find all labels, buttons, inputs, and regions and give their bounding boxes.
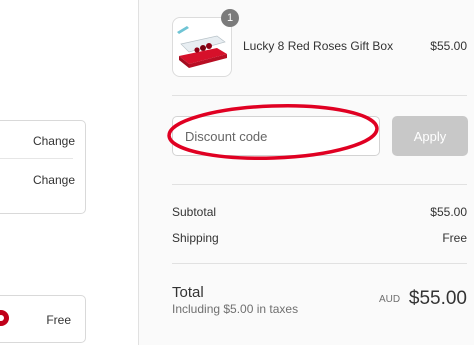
divider <box>172 263 467 264</box>
divider <box>0 158 73 159</box>
currency-code: AUD <box>379 294 401 305</box>
shipping-method-price: Free <box>46 313 71 327</box>
change-address-link[interactable]: Change <box>33 173 75 187</box>
product-price: $55.00 <box>430 39 467 53</box>
total-label: Total <box>172 284 204 301</box>
shipping-method-radio[interactable] <box>0 310 9 326</box>
tax-note: Including $5.00 in taxes <box>172 302 299 316</box>
divider <box>172 184 467 185</box>
subtotal-value: $55.00 <box>430 205 467 219</box>
product-thumbnail <box>172 17 232 77</box>
contact-shipping-review-box: Change Change <box>0 120 86 214</box>
change-contact-link[interactable]: Change <box>33 134 75 148</box>
item-quantity-badge: 1 <box>221 9 239 27</box>
order-summary-panel: 1 Lucky 8 Red Roses Gift Box $55.00 Appl… <box>138 0 474 345</box>
rose-gift-box-image <box>173 18 231 76</box>
shipping-value: Free <box>442 231 467 245</box>
shipping-method-box[interactable]: Free <box>0 295 86 343</box>
product-name: Lucky 8 Red Roses Gift Box <box>243 39 394 53</box>
total-amount: $55.00 <box>408 288 467 309</box>
shipping-label: Shipping <box>172 231 219 245</box>
apply-discount-button[interactable]: Apply <box>392 116 468 156</box>
discount-code-input[interactable] <box>172 116 380 156</box>
subtotal-label: Subtotal <box>172 205 217 219</box>
divider <box>172 95 467 96</box>
checkout-main-column: Change Change Free <box>0 0 138 345</box>
